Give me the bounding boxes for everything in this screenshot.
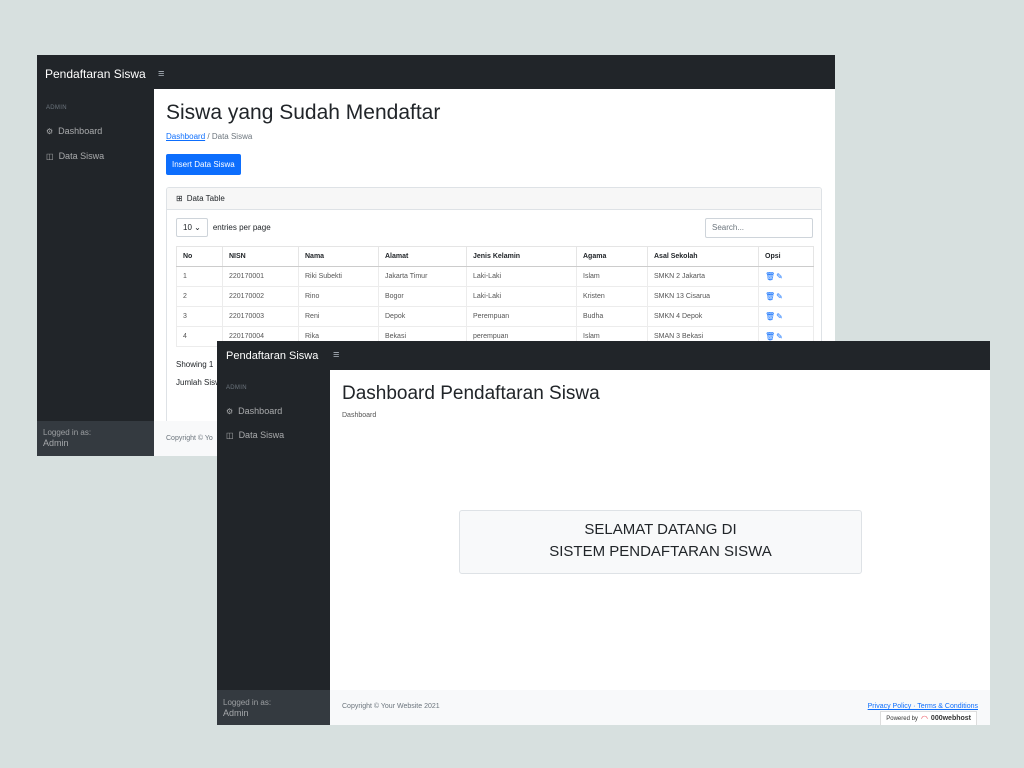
table-row: 2 220170002 Rino Bogor Laki-Laki Kristen… xyxy=(176,286,814,307)
table-cell: Depok xyxy=(378,306,467,327)
search-input[interactable]: Search... xyxy=(705,218,813,238)
table-cell: 1 xyxy=(176,266,223,287)
top-navbar: Pendaftaran Siswa ≡ xyxy=(217,341,990,370)
table-cell: 2 xyxy=(176,286,223,307)
table-row: 1 220170001 Riki Subekti Jakarta Timur L… xyxy=(176,266,814,287)
data-table: No NISN Nama Alamat Jenis Kelamin Agama … xyxy=(176,246,814,347)
sidebar-item-dashboard[interactable]: ⚙ Dashboard xyxy=(226,406,282,416)
table-cell: 220170001 xyxy=(222,266,299,287)
sidebar: ADMIN ⚙ Dashboard ◫ Data Siswa Logged in… xyxy=(37,89,154,456)
column-header[interactable]: Alamat xyxy=(378,246,467,267)
table-cell: Reni xyxy=(298,306,379,327)
delete-edit-icons[interactable]: 🗑✎ xyxy=(765,312,784,321)
table-cell: Perempuan xyxy=(466,306,577,327)
sidebar-footer: Logged in as: Admin xyxy=(37,421,154,456)
table-cell: Laki-Laki xyxy=(466,286,577,307)
top-navbar: Pendaftaran Siswa ≡ xyxy=(37,55,835,89)
sidebar-toggle-icon[interactable]: ≡ xyxy=(158,68,164,80)
table-header-row: No NISN Nama Alamat Jenis Kelamin Agama … xyxy=(176,246,814,267)
table-cell: 220170003 xyxy=(222,306,299,327)
table-cell: Riki Subekti xyxy=(298,266,379,287)
entries-label: entries per page xyxy=(212,223,271,232)
sidebar-item-label: Dashboard xyxy=(238,406,283,416)
welcome-line-1: SELAMAT DATANG DI xyxy=(584,521,737,538)
card-header: ⊞ Data Table xyxy=(167,188,821,210)
dashboard-icon: ⚙ xyxy=(226,406,234,416)
sidebar-item-label: Dashboard xyxy=(58,126,103,136)
sidebar-heading: ADMIN xyxy=(226,385,247,391)
dashboard-window: Pendaftaran Siswa ≡ ADMIN ⚙ Dashboard ◫ … xyxy=(217,341,990,725)
sidebar-item-label: Data Siswa xyxy=(58,151,105,161)
table-cell: Laki-Laki xyxy=(466,266,577,287)
table-cell: SMKN 4 Depok xyxy=(647,306,759,327)
showing-entries-text: Showing 1 xyxy=(176,360,214,369)
breadcrumb: Dashboard / Data Siswa xyxy=(166,132,252,141)
opsi-cell: 🗑✎ xyxy=(758,286,814,307)
table-icon: ◫ xyxy=(226,430,234,440)
column-header[interactable]: Jenis Kelamin xyxy=(466,246,577,267)
sidebar: ADMIN ⚙ Dashboard ◫ Data Siswa Logged in… xyxy=(217,370,330,725)
sidebar-heading: ADMIN xyxy=(46,105,67,111)
powered-by-label: Powered by xyxy=(886,715,918,722)
delete-edit-icons[interactable]: 🗑✎ xyxy=(765,292,784,301)
column-header[interactable]: Nama xyxy=(298,246,379,267)
page-title: Siswa yang Sudah Mendaftar xyxy=(166,101,441,124)
table-icon: ◫ xyxy=(46,151,54,161)
sidebar-item-dashboard[interactable]: ⚙ Dashboard xyxy=(46,126,102,136)
table-cell: Rino xyxy=(298,286,379,307)
table-cell: SMKN 13 Cisarua xyxy=(647,286,759,307)
column-header[interactable]: NISN xyxy=(222,246,299,267)
table-cell: Kristen xyxy=(576,286,648,307)
card-title: Data Table xyxy=(186,194,225,203)
page-title: Dashboard Pendaftaran Siswa xyxy=(342,383,600,404)
table-row: 3 220170003 Reni Depok Perempuan Budha S… xyxy=(176,306,814,327)
sidebar-item-label: Data Siswa xyxy=(238,430,285,440)
sidebar-item-data-siswa[interactable]: ◫ Data Siswa xyxy=(46,151,104,161)
host-logo-icon: ◠ xyxy=(920,714,928,723)
breadcrumb: Dashboard xyxy=(342,412,377,419)
sidebar-footer: Logged in as: Admin xyxy=(217,690,330,725)
breadcrumb-link-dashboard[interactable]: Dashboard xyxy=(166,132,205,141)
table-cell: Budha xyxy=(576,306,648,327)
column-header[interactable]: Opsi xyxy=(758,246,814,267)
entries-control: 10 ⌄ entries per page xyxy=(176,218,271,237)
delete-edit-icons[interactable]: 🗑✎ xyxy=(765,272,784,281)
insert-data-siswa-button[interactable]: Insert Data Siswa xyxy=(166,154,241,175)
column-header[interactable]: Asal Sekolah xyxy=(647,246,759,267)
welcome-box: SELAMAT DATANG DI SISTEM PENDAFTARAN SIS… xyxy=(459,510,862,574)
dashboard-icon: ⚙ xyxy=(46,126,54,136)
jumlah-siswa-text: Jumlah Sisw xyxy=(176,378,221,387)
logged-in-user: Admin xyxy=(223,708,249,718)
navbar-brand[interactable]: Pendaftaran Siswa xyxy=(45,67,146,81)
table-cell: Jakarta Timur xyxy=(378,266,467,287)
navbar-brand[interactable]: Pendaftaran Siswa xyxy=(226,350,318,362)
table-cell: 220170002 xyxy=(222,286,299,307)
table-cell: 4 xyxy=(176,326,223,347)
table-cell: Bogor xyxy=(378,286,467,307)
delete-edit-icons[interactable]: 🗑✎ xyxy=(765,332,784,341)
footer-links[interactable]: Privacy Policy · Terms & Conditions xyxy=(868,703,978,710)
breadcrumb-separator: / xyxy=(207,132,210,141)
logged-in-label: Logged in as: xyxy=(43,428,92,437)
column-header[interactable]: No xyxy=(176,246,223,267)
welcome-line-2: SISTEM PENDAFTARAN SISWA xyxy=(549,543,772,560)
table-cell: Islam xyxy=(576,266,648,287)
opsi-cell: 🗑✎ xyxy=(758,266,814,287)
sidebar-toggle-icon[interactable]: ≡ xyxy=(333,349,339,361)
table-cell: 3 xyxy=(176,306,223,327)
sidebar-item-data-siswa[interactable]: ◫ Data Siswa xyxy=(226,430,284,440)
page-footer: Copyright © Your Website 2021 Privacy Po… xyxy=(330,690,990,725)
entries-per-page-select[interactable]: 10 ⌄ xyxy=(176,218,208,237)
table-cell: SMKN 2 Jakarta xyxy=(647,266,759,287)
logged-in-label: Logged in as: xyxy=(223,698,272,707)
copyright-text: Copyright © Your Website 2021 xyxy=(342,703,440,710)
opsi-cell: 🗑✎ xyxy=(758,306,814,327)
breadcrumb-current: Data Siswa xyxy=(211,132,253,141)
column-header[interactable]: Agama xyxy=(576,246,648,267)
host-name: 000webhost xyxy=(930,715,971,722)
main-content: Dashboard Pendaftaran Siswa Dashboard SE… xyxy=(330,370,990,725)
table-icon: ⊞ xyxy=(176,194,183,203)
hosting-badge[interactable]: Powered by ◠ 000webhost xyxy=(880,711,977,725)
logged-in-user: Admin xyxy=(43,438,69,448)
